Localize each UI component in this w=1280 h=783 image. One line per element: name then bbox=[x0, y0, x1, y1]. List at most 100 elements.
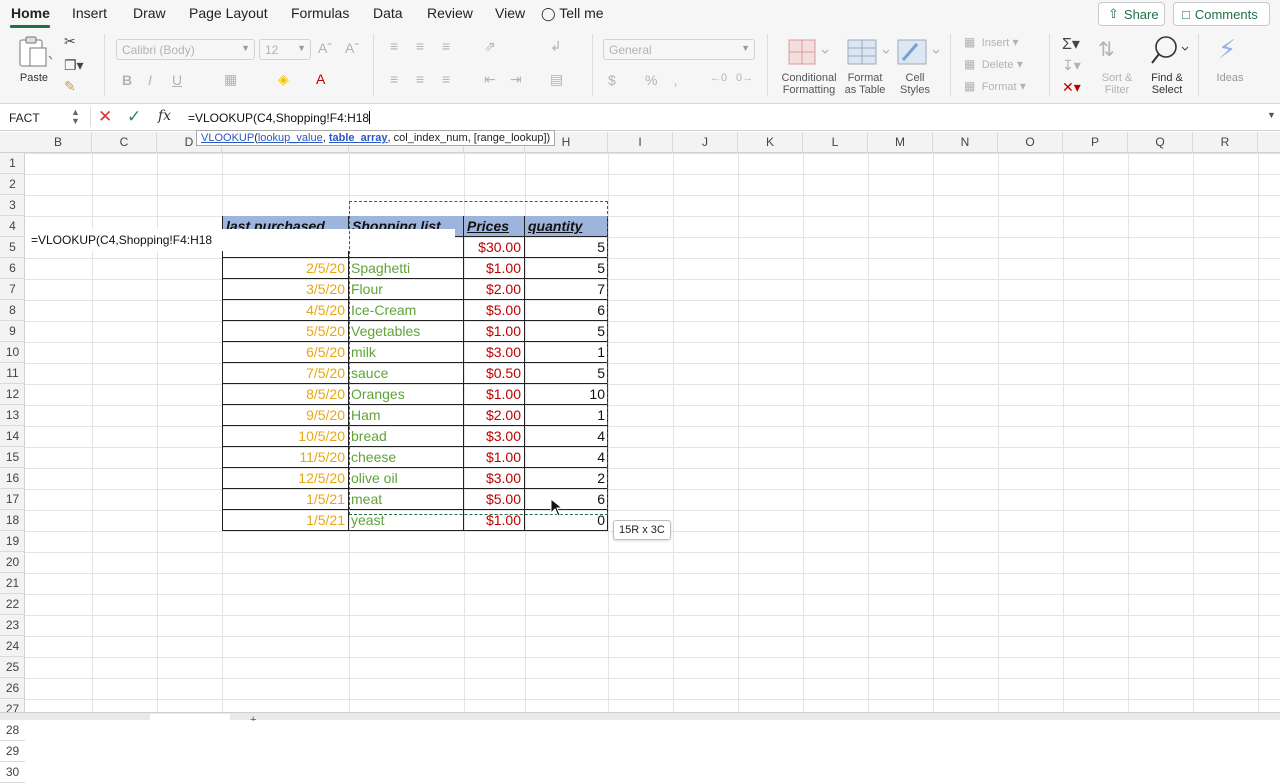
row-header-24[interactable]: 24 bbox=[0, 636, 25, 657]
tooltip-arg-table-array[interactable]: table_array bbox=[329, 132, 388, 144]
format-cells-button[interactable]: ▦ Format ▾ bbox=[964, 79, 1026, 93]
cell-last-purchased[interactable]: 11/5/20 bbox=[222, 447, 349, 468]
row-header-9[interactable]: 9 bbox=[0, 321, 25, 342]
increase-indent-icon[interactable]: ⇥ bbox=[510, 71, 522, 88]
cell-item[interactable]: meat bbox=[349, 489, 464, 510]
cell-price[interactable]: $1.00 bbox=[464, 384, 525, 405]
tooltip-arg-lookup-value[interactable]: lookup_value bbox=[258, 132, 323, 144]
cell-quantity[interactable]: 5 bbox=[525, 321, 608, 342]
cell-price[interactable]: $2.00 bbox=[464, 279, 525, 300]
cell-quantity[interactable]: 4 bbox=[525, 426, 608, 447]
cell-item[interactable]: Flour bbox=[349, 279, 464, 300]
font-size-select[interactable]: 12 ▼ bbox=[259, 39, 311, 60]
row-header-23[interactable]: 23 bbox=[0, 615, 25, 636]
cell-item[interactable]: yeast bbox=[349, 510, 464, 531]
number-format-select[interactable]: General ▼ bbox=[603, 39, 755, 60]
italic-button[interactable]: I bbox=[148, 72, 152, 88]
column-header-l[interactable]: L bbox=[803, 132, 868, 153]
row-header-11[interactable]: 11 bbox=[0, 363, 25, 384]
cell-quantity[interactable]: 0 bbox=[525, 510, 608, 531]
row-header-30[interactable]: 30 bbox=[0, 762, 25, 783]
cell-quantity[interactable]: 5 bbox=[525, 363, 608, 384]
cell-item[interactable]: milk bbox=[349, 342, 464, 363]
ideas-label[interactable]: Ideas bbox=[1210, 72, 1250, 84]
scissors-icon[interactable]: ✂ bbox=[64, 33, 76, 50]
row-header-18[interactable]: 18 bbox=[0, 510, 25, 531]
column-header-i[interactable]: I bbox=[608, 132, 673, 153]
row-header-10[interactable]: 10 bbox=[0, 342, 25, 363]
tab-view[interactable]: View bbox=[495, 5, 525, 21]
cell-last-purchased[interactable]: 7/5/20 bbox=[222, 363, 349, 384]
align-top-icon[interactable]: ≡ bbox=[390, 38, 398, 54]
currency-button[interactable]: $ bbox=[608, 72, 616, 88]
cell-styles-button[interactable] bbox=[895, 38, 940, 71]
tab-draw[interactable]: Draw bbox=[133, 5, 166, 21]
column-header-m[interactable]: M bbox=[868, 132, 933, 153]
cell-item[interactable]: bread bbox=[349, 426, 464, 447]
row-header-12[interactable]: 12 bbox=[0, 384, 25, 405]
row-header-8[interactable]: 8 bbox=[0, 300, 25, 321]
cell-quantity[interactable]: 5 bbox=[525, 237, 608, 258]
cancel-icon[interactable]: ✕ bbox=[98, 107, 112, 127]
row-header-14[interactable]: 14 bbox=[0, 426, 25, 447]
cell-quantity[interactable]: 4 bbox=[525, 447, 608, 468]
cell-price[interactable]: $3.00 bbox=[464, 426, 525, 447]
sort-filter-icon[interactable]: ⇅ bbox=[1098, 37, 1115, 62]
percent-button[interactable]: % bbox=[645, 72, 657, 88]
increase-decimal-icon[interactable]: ←0 bbox=[710, 72, 727, 84]
cell-last-purchased[interactable]: 12/5/20 bbox=[222, 468, 349, 489]
orientation-icon[interactable]: ⇗ bbox=[484, 38, 496, 55]
cell-quantity[interactable]: 2 bbox=[525, 468, 608, 489]
column-header-r[interactable]: R bbox=[1193, 132, 1258, 153]
clear-icon[interactable]: ✕▾ bbox=[1062, 79, 1081, 96]
borders-icon[interactable]: ▦ bbox=[224, 71, 237, 88]
comments-button[interactable]: □ Comments bbox=[1173, 2, 1270, 26]
header-quantity[interactable]: quantity bbox=[525, 216, 608, 237]
cell-price[interactable]: $0.50 bbox=[464, 363, 525, 384]
enter-check-icon[interactable]: ✓ bbox=[127, 107, 141, 127]
column-header-b[interactable]: B bbox=[25, 132, 92, 153]
row-header-15[interactable]: 15 bbox=[0, 447, 25, 468]
cell-price[interactable]: $30.00 bbox=[464, 237, 525, 258]
decrease-decimal-icon[interactable]: 0→ bbox=[736, 72, 753, 84]
cell-last-purchased[interactable]: 5/5/20 bbox=[222, 321, 349, 342]
cell-last-purchased[interactable]: 8/5/20 bbox=[222, 384, 349, 405]
expand-formula-bar-icon[interactable]: ▼ bbox=[1267, 110, 1276, 120]
format-as-table-button[interactable] bbox=[845, 38, 890, 71]
cell-last-purchased[interactable]: 10/5/20 bbox=[222, 426, 349, 447]
tooltip-function-name[interactable]: VLOOKUP bbox=[201, 132, 254, 144]
cell-price[interactable]: $3.00 bbox=[464, 468, 525, 489]
copy-icon[interactable]: ❐▾ bbox=[64, 57, 84, 74]
cell-item[interactable]: Vegetables bbox=[349, 321, 464, 342]
cell-last-purchased[interactable]: 9/5/20 bbox=[222, 405, 349, 426]
row-header-28[interactable]: 28 bbox=[0, 720, 25, 741]
ideas-icon[interactable]: ⚡ bbox=[1218, 34, 1236, 65]
conditional-formatting-button[interactable] bbox=[786, 38, 829, 71]
column-header-n[interactable]: N bbox=[933, 132, 998, 153]
column-header-o[interactable]: O bbox=[998, 132, 1063, 153]
column-header-k[interactable]: K bbox=[738, 132, 803, 153]
name-box-stepper-icon[interactable]: ▲ ▼ bbox=[71, 108, 80, 126]
tab-formulas[interactable]: Formulas bbox=[291, 5, 349, 21]
column-header-q[interactable]: Q bbox=[1128, 132, 1193, 153]
find-select-button[interactable] bbox=[1150, 35, 1190, 72]
row-header-22[interactable]: 22 bbox=[0, 594, 25, 615]
cell-last-purchased[interactable]: 2/5/20 bbox=[222, 258, 349, 279]
insert-cells-button[interactable]: ▦ Insert ▾ bbox=[964, 35, 1019, 49]
cell-item[interactable]: cheese bbox=[349, 447, 464, 468]
row-header-25[interactable]: 25 bbox=[0, 657, 25, 678]
column-header-c[interactable]: C bbox=[92, 132, 157, 153]
row-header-16[interactable]: 16 bbox=[0, 468, 25, 489]
cell-item[interactable]: Ham bbox=[349, 405, 464, 426]
row-header-7[interactable]: 7 bbox=[0, 279, 25, 300]
tell-me-button[interactable]: ◯ Tell me bbox=[541, 5, 604, 22]
tab-data[interactable]: Data bbox=[373, 5, 403, 21]
cell-last-purchased[interactable]: 3/5/20 bbox=[222, 279, 349, 300]
bold-button[interactable]: B bbox=[122, 72, 132, 88]
tab-review[interactable]: Review bbox=[427, 5, 473, 21]
cell-last-purchased[interactable]: 1/5/21 bbox=[222, 510, 349, 531]
cell-item[interactable]: Spaghetti bbox=[349, 258, 464, 279]
formula-input[interactable]: =VLOOKUP(C4,Shopping!F4:H18 bbox=[182, 107, 1262, 128]
cell-quantity[interactable]: 10 bbox=[525, 384, 608, 405]
font-color-icon[interactable]: A bbox=[316, 71, 325, 87]
